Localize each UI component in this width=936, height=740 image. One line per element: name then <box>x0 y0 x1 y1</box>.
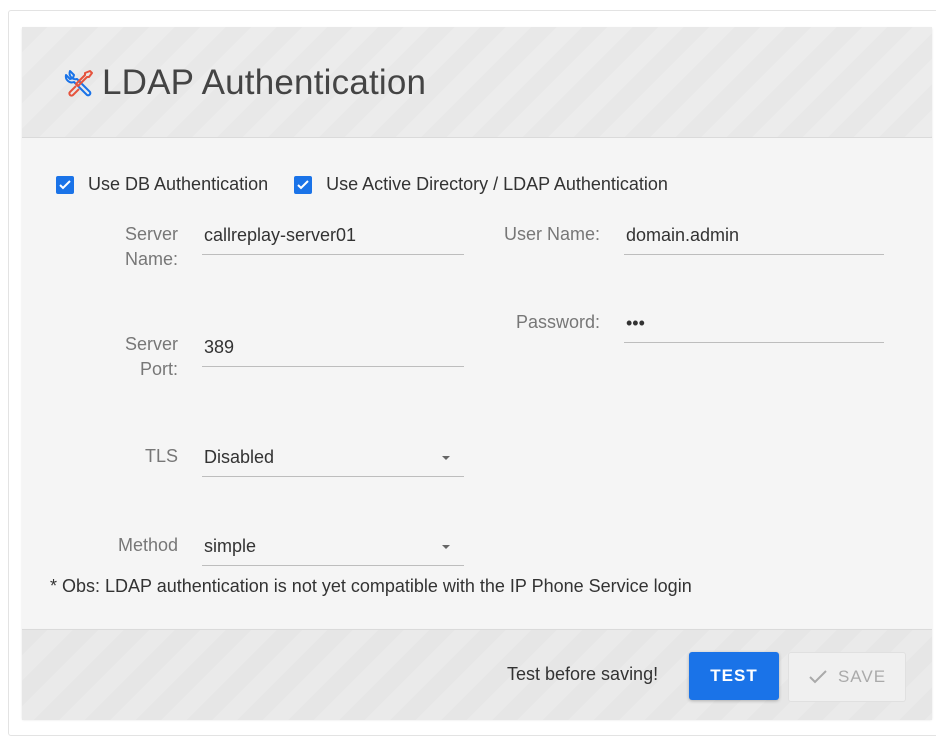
method-value: simple <box>204 536 257 556</box>
use-ldap-auth-checkbox[interactable]: Use Active Directory / LDAP Authenticati… <box>294 174 668 195</box>
tls-label-text: TLS <box>144 446 178 466</box>
use-ldap-auth-label: Use Active Directory / LDAP Authenticati… <box>326 174 668 194</box>
page-title: LDAP Authentication <box>102 63 427 102</box>
password-value: ••• <box>626 313 645 333</box>
password-input[interactable]: ••• <box>624 310 884 343</box>
server-name-label: Server Name: <box>82 222 178 272</box>
tls-value: Disabled <box>204 447 275 467</box>
card-body: Use DB Authentication Use Active Directo… <box>22 138 932 628</box>
password-label-text: Password: <box>515 312 600 332</box>
auth-options: Use DB Authentication Use Active Directo… <box>56 174 694 195</box>
server-port-input[interactable]: 389 <box>202 334 464 367</box>
compatibility-note: * Obs: LDAP authentication is not yet co… <box>50 576 692 596</box>
tools-icon <box>64 67 96 99</box>
method-select[interactable]: simple <box>202 533 464 566</box>
checkbox-checked-icon <box>56 175 74 194</box>
checkbox-checked-icon <box>294 175 313 194</box>
user-name-value: domain.admin <box>626 225 740 245</box>
card-footer: Test before saving! TEST SAVE <box>22 629 932 720</box>
user-name-label: User Name: <box>462 222 600 247</box>
save-button[interactable]: SAVE <box>788 652 906 702</box>
dropdown-caret-icon <box>442 545 450 549</box>
tls-select[interactable]: Disabled <box>202 444 464 477</box>
check-icon <box>809 670 827 684</box>
card-header: LDAP Authentication <box>22 27 932 138</box>
server-name-value: callreplay-server01 <box>204 225 357 245</box>
test-hint: Test before saving! <box>507 664 659 684</box>
server-name-input[interactable]: callreplay-server01 <box>202 222 464 255</box>
use-db-auth-label: Use DB Authentication <box>88 174 269 194</box>
server-port-label: Server Port: <box>82 332 178 382</box>
test-button[interactable]: TEST <box>689 652 779 700</box>
user-name-label-text: User Name: <box>503 224 600 244</box>
save-button-label: SAVE <box>837 667 887 686</box>
tls-label: TLS <box>82 444 178 469</box>
password-label: Password: <box>462 310 600 335</box>
ldap-settings-card: LDAP Authentication Use DB Authenticatio… <box>22 27 932 720</box>
user-name-input[interactable]: domain.admin <box>624 222 884 255</box>
server-port-label-line2: Port: <box>139 359 178 379</box>
method-label: Method <box>82 533 178 558</box>
server-port-label-line1: Server <box>124 334 178 354</box>
use-db-auth-checkbox[interactable]: Use DB Authentication <box>56 174 268 195</box>
method-label-text: Method <box>117 535 178 555</box>
dropdown-caret-icon <box>442 456 450 460</box>
server-port-value: 389 <box>204 337 235 357</box>
server-name-label-line1: Server <box>124 224 178 244</box>
server-name-label-line2: Name: <box>124 249 178 269</box>
title-wrap: LDAP Authentication <box>64 63 426 103</box>
